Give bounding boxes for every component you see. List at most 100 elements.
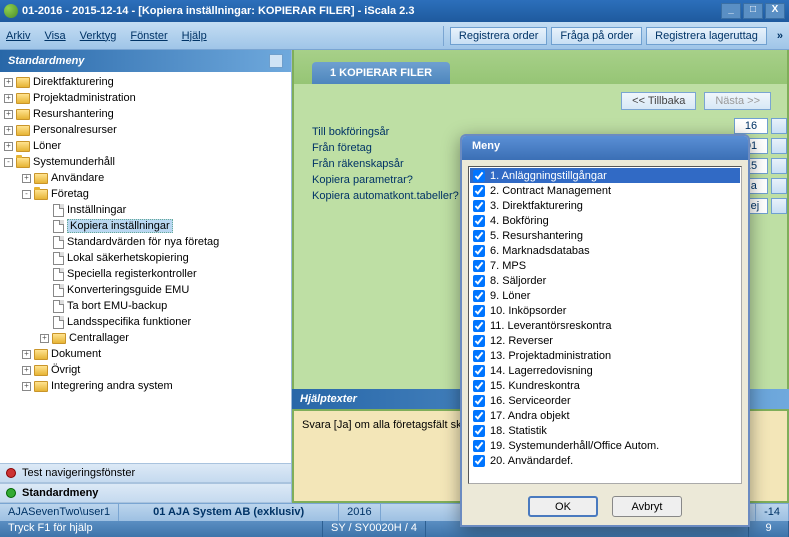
popup-item-checkbox[interactable] — [473, 245, 485, 257]
toolbar-fraga-order[interactable]: Fråga på order — [551, 27, 642, 45]
tree-item[interactable]: +Personalresurser — [0, 122, 291, 138]
popup-item-checkbox[interactable] — [473, 335, 485, 347]
popup-item-checkbox[interactable] — [473, 200, 485, 212]
tab-kopierar-filer[interactable]: 1 KOPIERAR FILER — [312, 62, 450, 84]
popup-item[interactable]: 13. Projektadministration — [470, 348, 740, 363]
tree-item[interactable]: Landsspecifika funktioner — [0, 314, 291, 330]
tree-item[interactable]: +Löner — [0, 138, 291, 154]
lookup-button[interactable] — [771, 118, 787, 134]
popup-item[interactable]: 20. Användardef. — [470, 453, 740, 468]
tree-item[interactable]: Inställningar — [0, 202, 291, 218]
popup-item[interactable]: 19. Systemunderhåll/Office Autom. — [470, 438, 740, 453]
menu-fonster[interactable]: Fönster — [130, 30, 167, 42]
popup-item[interactable]: 7. MPS — [470, 258, 740, 273]
menu-visa[interactable]: Visa — [44, 30, 65, 42]
popup-item-checkbox[interactable] — [473, 185, 485, 197]
popup-item-checkbox[interactable] — [473, 275, 485, 287]
popup-item-checkbox[interactable] — [473, 170, 485, 182]
popup-item-checkbox[interactable] — [473, 215, 485, 227]
popup-item-checkbox[interactable] — [473, 455, 485, 467]
expand-icon[interactable]: + — [4, 110, 13, 119]
popup-item[interactable]: 2. Contract Management — [470, 183, 740, 198]
popup-item-checkbox[interactable] — [473, 410, 485, 422]
cancel-button[interactable]: Avbryt — [612, 496, 682, 517]
expand-icon[interactable]: + — [4, 126, 13, 135]
toolbar-overflow-icon[interactable]: » — [777, 30, 783, 42]
lookup-button[interactable] — [771, 138, 787, 154]
tree-item[interactable]: -Företag — [0, 186, 291, 202]
expand-icon[interactable]: + — [22, 366, 31, 375]
sidebar-collapse-button[interactable] — [269, 54, 283, 68]
popup-item[interactable]: 12. Reverser — [470, 333, 740, 348]
popup-item-checkbox[interactable] — [473, 350, 485, 362]
sidebar-tree[interactable]: +Direktfakturering+Projektadministration… — [0, 72, 291, 463]
popup-list[interactable]: 1. Anläggningstillgångar2. Contract Mana… — [468, 166, 742, 484]
popup-item-checkbox[interactable] — [473, 320, 485, 332]
close-button[interactable]: X — [765, 3, 785, 19]
popup-item[interactable]: 8. Säljorder — [470, 273, 740, 288]
tree-item[interactable]: Ta bort EMU-backup — [0, 298, 291, 314]
minimize-button[interactable]: _ — [721, 3, 741, 19]
back-button[interactable]: << Tillbaka — [621, 92, 696, 110]
expand-icon[interactable]: + — [4, 142, 13, 151]
tree-item[interactable]: +Resurshantering — [0, 106, 291, 122]
lookup-button[interactable] — [771, 178, 787, 194]
ok-button[interactable]: OK — [528, 496, 598, 517]
expand-icon[interactable]: + — [40, 334, 49, 343]
field-till-bokforingsar[interactable]: 16 — [734, 118, 768, 134]
collapse-icon[interactable]: - — [4, 158, 13, 167]
lookup-button[interactable] — [771, 158, 787, 174]
popup-item[interactable]: 16. Serviceorder — [470, 393, 740, 408]
popup-item[interactable]: 14. Lagerredovisning — [470, 363, 740, 378]
toolbar-registrera-lager[interactable]: Registrera lageruttag — [646, 27, 767, 45]
tree-item[interactable]: +Dokument — [0, 346, 291, 362]
tree-item[interactable]: Konverteringsguide EMU — [0, 282, 291, 298]
tree-item[interactable]: +Projektadministration — [0, 90, 291, 106]
lookup-button[interactable] — [771, 198, 787, 214]
expand-icon[interactable]: + — [22, 350, 31, 359]
popup-item[interactable]: 10. Inköpsorder — [470, 303, 740, 318]
tree-item[interactable]: +Centrallager — [0, 330, 291, 346]
popup-item-checkbox[interactable] — [473, 230, 485, 242]
maximize-button[interactable]: □ — [743, 3, 763, 19]
popup-item-checkbox[interactable] — [473, 395, 485, 407]
expand-icon[interactable]: + — [4, 78, 13, 87]
popup-item[interactable]: 17. Andra objekt — [470, 408, 740, 423]
popup-item-checkbox[interactable] — [473, 365, 485, 377]
popup-item[interactable]: 18. Statistik — [470, 423, 740, 438]
next-button[interactable]: Nästa >> — [704, 92, 771, 110]
expand-icon[interactable]: + — [4, 94, 13, 103]
tree-item[interactable]: +Integrering andra system — [0, 378, 291, 394]
popup-item-checkbox[interactable] — [473, 260, 485, 272]
popup-item-checkbox[interactable] — [473, 440, 485, 452]
popup-item-checkbox[interactable] — [473, 305, 485, 317]
sidebar-test-nav[interactable]: Test navigeringsfönster — [0, 463, 291, 483]
tree-item[interactable]: Speciella registerkontroller — [0, 266, 291, 282]
tree-item[interactable]: Kopiera inställningar — [0, 218, 291, 234]
tree-item[interactable]: +Övrigt — [0, 362, 291, 378]
sidebar-standardmeny[interactable]: Standardmeny — [0, 483, 291, 503]
popup-item-checkbox[interactable] — [473, 380, 485, 392]
menu-verktyg[interactable]: Verktyg — [80, 30, 117, 42]
popup-item[interactable]: 11. Leverantörsreskontra — [470, 318, 740, 333]
tree-item[interactable]: +Användare — [0, 170, 291, 186]
expand-icon[interactable]: + — [22, 174, 31, 183]
expand-icon[interactable]: + — [22, 382, 31, 391]
tree-item[interactable]: Lokal säkerhetskopiering — [0, 250, 291, 266]
menu-hjalp[interactable]: Hjälp — [182, 30, 207, 42]
popup-item[interactable]: 4. Bokföring — [470, 213, 740, 228]
popup-item-checkbox[interactable] — [473, 290, 485, 302]
popup-item[interactable]: 9. Löner — [470, 288, 740, 303]
collapse-icon[interactable]: - — [22, 190, 31, 199]
popup-item-checkbox[interactable] — [473, 425, 485, 437]
menu-arkiv[interactable]: Arkiv — [6, 30, 30, 42]
toolbar-registrera-order[interactable]: Registrera order — [450, 27, 547, 45]
popup-item[interactable]: 5. Resurshantering — [470, 228, 740, 243]
popup-item[interactable]: 1. Anläggningstillgångar — [470, 168, 740, 183]
popup-item[interactable]: 3. Direktfakturering — [470, 198, 740, 213]
popup-item[interactable]: 15. Kundreskontra — [470, 378, 740, 393]
tree-item[interactable]: Standardvärden för nya företag — [0, 234, 291, 250]
popup-item[interactable]: 6. Marknadsdatabas — [470, 243, 740, 258]
tree-item[interactable]: +Direktfakturering — [0, 74, 291, 90]
tree-item[interactable]: -Systemunderhåll — [0, 154, 291, 170]
